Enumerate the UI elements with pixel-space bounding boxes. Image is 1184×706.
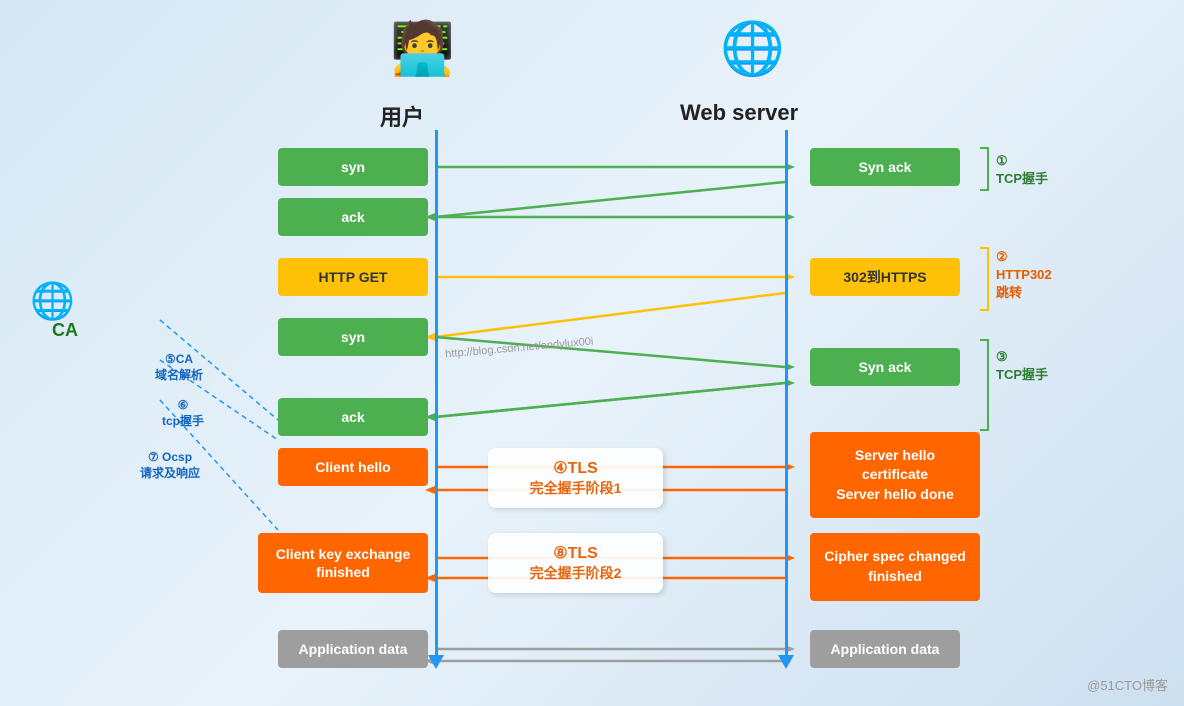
user-timeline (435, 130, 438, 660)
title-server: Web server (680, 100, 798, 126)
cipherspec-box: Cipher spec changedfinished (810, 533, 980, 601)
appdata1-box: Application data (278, 630, 428, 668)
tcp-handshake-label: ⑥tcp握手 (162, 398, 204, 429)
synack1-box: Syn ack (810, 148, 960, 186)
server-icon: 🌐 (720, 18, 785, 79)
tls-phase2-bubble: ⑧TLS 完全握手阶段2 (488, 533, 663, 593)
user-icon: 🧑‍💻 (390, 18, 455, 79)
syn1-box: syn (278, 148, 428, 186)
server-timeline (785, 130, 788, 660)
tcp-handshake1-label: ①TCP握手 (996, 152, 1048, 188)
user-timeline-arrow (428, 655, 444, 669)
synack2-box: Syn ack (810, 348, 960, 386)
http302-label: ②HTTP302跳转 (996, 248, 1052, 303)
ack1-box: ack (278, 198, 428, 236)
clienthello-box: Client hello (278, 448, 428, 486)
watermark: @51CTO博客 (1087, 675, 1168, 694)
ack2-box: ack (278, 398, 428, 436)
ca-icon: 🌐 (30, 280, 75, 322)
ocsp-label: ⑦ Ocsp请求及响应 (140, 450, 200, 481)
clientkey-box: Client key exchangefinished (258, 533, 428, 593)
syn2-box: syn (278, 318, 428, 356)
httpget-box: HTTP GET (278, 258, 428, 296)
serverhello-box: Server hellocertificateServer hello done (810, 432, 980, 518)
redirect-box: 302到HTTPS (810, 258, 960, 296)
appdata2-box: Application data (810, 630, 960, 668)
ca-domain-label: ⑤CA域名解析 (155, 352, 203, 383)
tls-phase1-bubble: ④TLS 完全握手阶段1 (488, 448, 663, 508)
ca-label: CA (52, 320, 78, 341)
http-url: http://blog.csdn.net/andylux00i (445, 336, 594, 361)
title-user: 用户 (380, 100, 424, 132)
tcp-handshake2-label: ③TCP握手 (996, 348, 1048, 384)
server-timeline-arrow (778, 655, 794, 669)
